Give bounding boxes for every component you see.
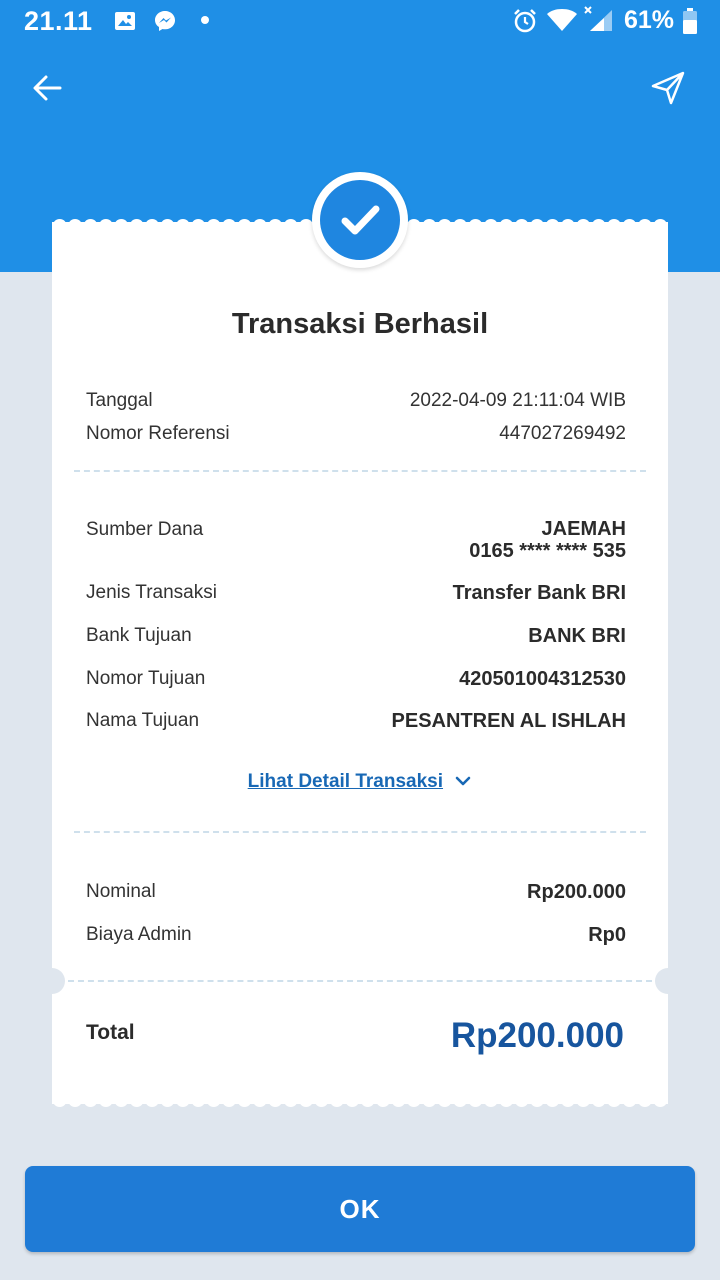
status-time: 21.11 bbox=[24, 6, 93, 36]
divider bbox=[74, 470, 646, 472]
date-value: 2022-04-09 21:11:04 WIB bbox=[409, 390, 626, 411]
total-value: Rp200.000 bbox=[450, 1016, 624, 1055]
detail-value: PESANTREN AL ISHLAH bbox=[391, 710, 626, 732]
receipt-notch-left bbox=[39, 968, 65, 994]
source-account: 0165 **** **** 535 bbox=[469, 540, 626, 562]
detail-value: Transfer Bank BRI bbox=[452, 582, 626, 604]
divider bbox=[74, 831, 646, 833]
source-label: Sumber Dana bbox=[86, 519, 204, 540]
receipt-notch-right bbox=[655, 968, 681, 994]
gallery-icon bbox=[115, 12, 135, 30]
check-icon bbox=[341, 205, 380, 235]
alarm-icon bbox=[514, 9, 536, 33]
reference-value: 447027269492 bbox=[499, 423, 626, 444]
share-button[interactable] bbox=[646, 66, 690, 110]
total-label: Total bbox=[86, 1021, 135, 1044]
view-details-label[interactable]: Lihat Detail Transaksi bbox=[248, 771, 443, 792]
receipt-bottom-edge bbox=[52, 1098, 668, 1107]
view-details-link[interactable]: Lihat Detail Transaksi bbox=[52, 771, 668, 793]
battery-percent: 61% bbox=[624, 6, 675, 34]
dot-icon bbox=[201, 16, 209, 24]
detail-label: Jenis Transaksi bbox=[86, 582, 217, 603]
divider bbox=[68, 980, 652, 982]
reference-label: Nomor Referensi bbox=[86, 423, 230, 444]
nominal-value: Rp200.000 bbox=[527, 881, 626, 903]
wifi-icon bbox=[547, 9, 577, 31]
detail-label: Nama Tujuan bbox=[86, 710, 200, 731]
back-button[interactable] bbox=[26, 66, 70, 110]
ok-button[interactable]: OK bbox=[25, 1166, 695, 1252]
arrow-left-icon bbox=[33, 75, 62, 101]
admin-fee-value: Rp0 bbox=[588, 924, 626, 946]
detail-value: 420501004312530 bbox=[459, 668, 626, 690]
messenger-icon bbox=[155, 11, 175, 31]
admin-fee-label: Biaya Admin bbox=[86, 924, 192, 945]
success-badge bbox=[312, 172, 408, 268]
battery-icon bbox=[683, 8, 697, 34]
source-name: JAEMAH bbox=[541, 518, 626, 540]
nominal-label: Nominal bbox=[86, 881, 156, 902]
detail-row-source: Sumber Dana JAEMAH 0165 **** **** 535 bbox=[86, 519, 626, 563]
page-title: Transaksi Berhasil bbox=[231, 308, 489, 340]
send-icon bbox=[651, 71, 685, 105]
date-label: Tanggal bbox=[86, 390, 153, 411]
detail-label: Nomor Tujuan bbox=[86, 668, 206, 689]
detail-label: Bank Tujuan bbox=[86, 625, 192, 646]
detail-value: BANK BRI bbox=[528, 625, 626, 647]
receipt-card bbox=[52, 222, 668, 1104]
signal-icon bbox=[584, 6, 612, 31]
chevron-down-icon[interactable] bbox=[454, 775, 472, 789]
status-bar: 21.11 61% bbox=[0, 0, 720, 44]
